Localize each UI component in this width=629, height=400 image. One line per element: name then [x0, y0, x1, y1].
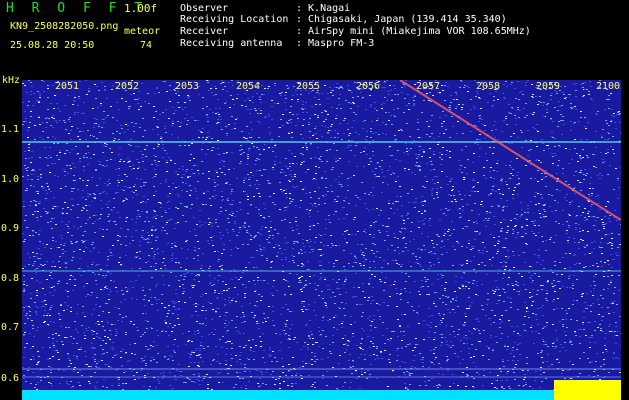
receiver-label: Receiver [180, 26, 229, 37]
timestamp: 25.08.28 20:50 [10, 40, 95, 51]
x-tick-label: 2055 [296, 81, 321, 92]
x-tick-label: 2057 [416, 81, 441, 92]
y-tick-label: 1.0 [1, 174, 20, 185]
file-name: KN9_2508282050.png [10, 21, 119, 32]
detection-count: 74 [140, 40, 153, 51]
x-tick-label: 2053 [175, 81, 200, 92]
spectrogram-plot [22, 80, 621, 390]
x-tick-label: 2058 [476, 81, 501, 92]
observer-label: Observer [180, 3, 229, 14]
baseline-bar [22, 390, 554, 400]
x-tick-label: 2100 [596, 81, 621, 92]
antenna-label: Receiving antenna [180, 38, 283, 49]
receiver-value: : AirSpy mini (Miakejima VOR 108.65MHz) [296, 26, 531, 37]
y-tick-label: 1.1 [1, 124, 20, 135]
observer-value: : K.Nagai [296, 3, 351, 14]
x-tick-label: 2054 [236, 81, 261, 92]
antenna-value: : Maspro FM-3 [296, 38, 375, 49]
y-tick-label: 0.7 [1, 322, 20, 333]
x-tick-label: 2052 [115, 81, 140, 92]
y-tick-label: 0.6 [1, 373, 20, 384]
app-version: 1.00f [124, 2, 158, 15]
location-label: Receiving Location [180, 14, 289, 25]
y-tick-label: 0.8 [1, 273, 20, 284]
x-tick-label: 2056 [356, 81, 381, 92]
spectrogram-canvas [22, 80, 621, 390]
location-value: : Chigasaki, Japan (139.414 35.340) [296, 14, 507, 25]
noise-layer [22, 80, 621, 390]
y-axis-unit: kHz [2, 75, 21, 86]
y-tick-label: 0.9 [1, 223, 20, 234]
x-tick-label: 2051 [55, 81, 80, 92]
highlight-block [554, 380, 621, 400]
mode-label: meteor [124, 26, 161, 37]
x-tick-label: 2059 [536, 81, 561, 92]
